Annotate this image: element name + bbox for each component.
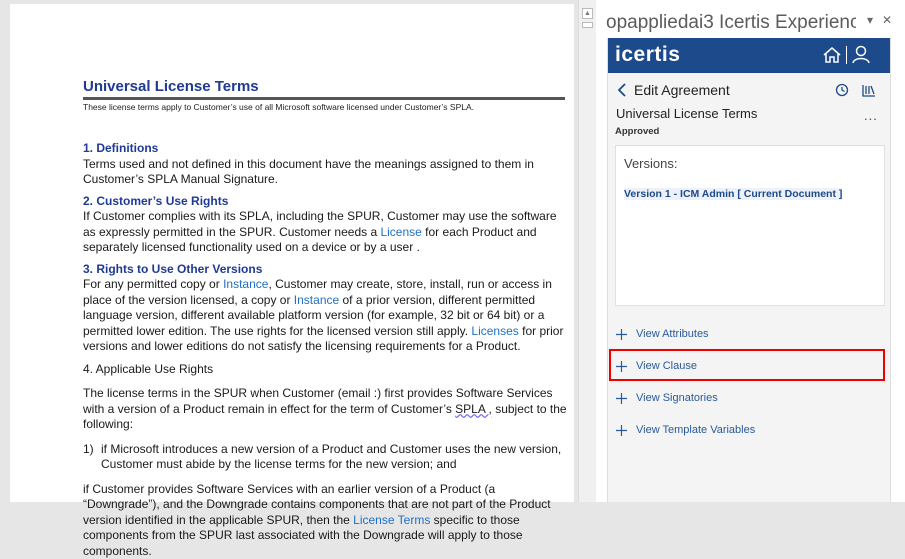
- section-3-heading: 3. Rights to Use Other Versions: [83, 262, 571, 278]
- scroll-up-arrow-icon[interactable]: ▲: [582, 8, 593, 19]
- section-4-heading: 4. Applicable Use Rights: [83, 362, 571, 378]
- document-title: Universal License Terms: [83, 77, 571, 96]
- history-icon[interactable]: [835, 83, 849, 97]
- list-text: if Microsoft introduces a new version of…: [101, 442, 571, 473]
- task-pane: opappliedai3 Icertis Experienc... ▾ ✕ ic…: [596, 0, 905, 502]
- view-attributes-label: View Attributes: [636, 328, 709, 340]
- downgrade-paragraph: if Customer provides Software Services w…: [83, 482, 571, 559]
- header-divider: [846, 46, 847, 64]
- view-clause-highlight: [609, 349, 885, 381]
- home-icon[interactable]: [822, 46, 842, 64]
- library-icon[interactable]: [862, 83, 876, 97]
- section-2-heading: 2. Customer’s Use Rights: [83, 194, 571, 210]
- scroll-thumb[interactable]: [582, 22, 593, 28]
- version-item[interactable]: Version 1 - ICM Admin [ Current Document…: [624, 188, 842, 200]
- list-item: 1)if Microsoft introduces a new version …: [83, 442, 571, 473]
- user-icon[interactable]: [851, 44, 871, 64]
- view-signatories-label: View Signatories: [636, 392, 718, 404]
- brand-bar: icertis: [608, 38, 890, 73]
- list-number: 1): [83, 442, 101, 473]
- pane-close-icon[interactable]: ✕: [882, 13, 892, 27]
- vertical-scrollbar[interactable]: ▲: [578, 0, 596, 502]
- task-pane-title: opappliedai3 Icertis Experienc...: [606, 12, 856, 34]
- plus-icon: [616, 329, 627, 340]
- view-template-variables-button[interactable]: View Template Variables: [616, 424, 755, 436]
- document-page[interactable]: Universal License Terms These license te…: [10, 4, 574, 502]
- instance-link-2[interactable]: Instance: [294, 293, 339, 307]
- spla-squiggle: SPLA ,: [455, 402, 492, 416]
- view-attributes-button[interactable]: View Attributes: [616, 328, 709, 340]
- versions-card: Versions: Version 1 - ICM Admin [ Curren…: [615, 145, 885, 306]
- view-template-variables-label: View Template Variables: [636, 424, 755, 436]
- plus-icon: [616, 425, 627, 436]
- more-options-icon[interactable]: ...: [864, 108, 878, 123]
- section-3-body: For any permitted copy or Instance, Cust…: [83, 277, 571, 355]
- agreement-title: Universal License Terms: [616, 106, 757, 121]
- document-subtitle: These license terms apply to Customer’s …: [83, 102, 571, 113]
- icertis-logo: icertis: [615, 43, 680, 67]
- section-2-body: If Customer complies with its SPLA, incl…: [83, 209, 571, 256]
- section-3-text-a: For any permitted copy or: [83, 277, 223, 291]
- view-signatories-button[interactable]: View Signatories: [616, 392, 718, 404]
- chevron-left-icon[interactable]: [616, 83, 630, 97]
- section-1-heading: 1. Definitions: [83, 141, 571, 157]
- licenses-link[interactable]: Licenses: [471, 324, 518, 338]
- addin-panel: icertis Edit Agreement Universal License…: [607, 38, 891, 502]
- back-nav[interactable]: Edit Agreement: [616, 82, 730, 98]
- pane-options-chevron-icon[interactable]: ▾: [867, 13, 873, 27]
- nav-label: Edit Agreement: [634, 82, 730, 98]
- section-4-body: The license terms in the SPUR when Custo…: [83, 386, 571, 433]
- document-area: Universal License Terms These license te…: [0, 0, 578, 502]
- license-link[interactable]: License: [380, 225, 421, 239]
- section-1-body: Terms used and not defined in this docum…: [83, 157, 571, 188]
- instance-link-1[interactable]: Instance: [223, 277, 268, 291]
- document-body[interactable]: Universal License Terms These license te…: [83, 77, 571, 559]
- license-terms-link[interactable]: License Terms: [353, 513, 430, 527]
- status-badge: Approved: [615, 126, 659, 137]
- title-rule: [83, 97, 565, 100]
- plus-icon: [616, 393, 627, 404]
- versions-heading: Versions:: [624, 156, 677, 171]
